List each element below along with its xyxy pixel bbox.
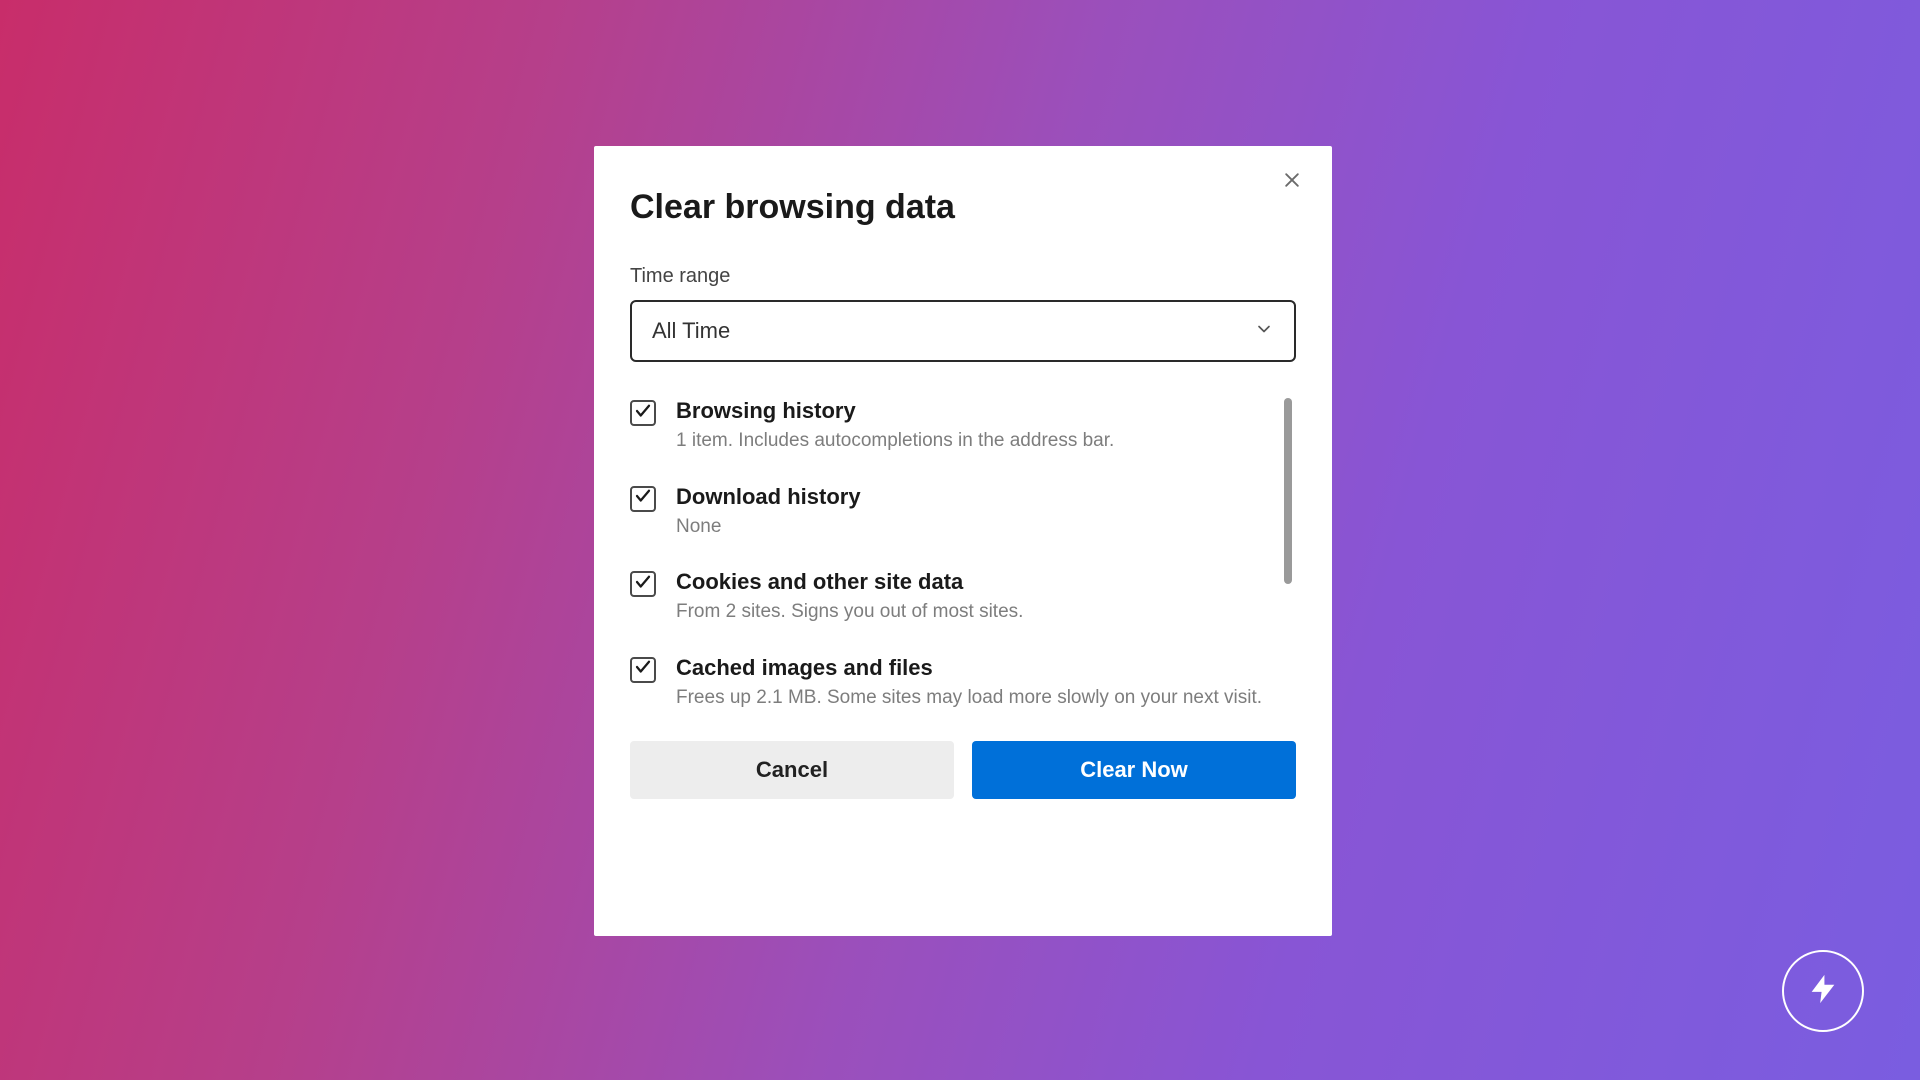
bolt-icon <box>1806 972 1840 1011</box>
close-icon <box>1282 170 1302 195</box>
check-icon <box>634 402 652 425</box>
checkbox-cache[interactable] <box>630 657 656 683</box>
close-button[interactable] <box>1276 166 1308 198</box>
option-cache: Cached images and files Frees up 2.1 MB.… <box>630 655 1274 711</box>
check-icon <box>634 487 652 510</box>
time-range-label: Time range <box>630 265 1296 288</box>
watermark-badge <box>1782 950 1864 1032</box>
check-icon <box>634 573 652 596</box>
cancel-button[interactable]: Cancel <box>630 741 954 799</box>
option-download-history: Download history None <box>630 484 1274 540</box>
option-desc: From 2 sites. Signs you out of most site… <box>676 599 1274 625</box>
time-range-value: All Time <box>652 318 730 344</box>
clear-now-button[interactable]: Clear Now <box>972 741 1296 799</box>
check-icon <box>634 658 652 681</box>
dialog-buttons: Cancel Clear Now <box>630 741 1296 799</box>
clear-browsing-data-dialog: Clear browsing data Time range All Time … <box>594 146 1332 936</box>
option-title: Download history <box>676 484 1274 510</box>
option-title: Browsing history <box>676 398 1274 424</box>
option-desc: Frees up 2.1 MB. Some sites may load mor… <box>676 685 1274 711</box>
options-list: Browsing history 1 item. Includes autoco… <box>630 398 1296 711</box>
chevron-down-icon <box>1254 319 1274 344</box>
scrollbar-thumb[interactable] <box>1284 398 1292 584</box>
checkbox-download-history[interactable] <box>630 486 656 512</box>
option-desc: 1 item. Includes autocompletions in the … <box>676 428 1274 454</box>
option-browsing-history: Browsing history 1 item. Includes autoco… <box>630 398 1274 454</box>
checkbox-cookies[interactable] <box>630 571 656 597</box>
option-title: Cached images and files <box>676 655 1274 681</box>
dialog-title: Clear browsing data <box>630 188 1296 227</box>
option-cookies: Cookies and other site data From 2 sites… <box>630 569 1274 625</box>
time-range-select[interactable]: All Time <box>630 300 1296 362</box>
option-title: Cookies and other site data <box>676 569 1274 595</box>
checkbox-browsing-history[interactable] <box>630 400 656 426</box>
option-desc: None <box>676 514 1274 540</box>
